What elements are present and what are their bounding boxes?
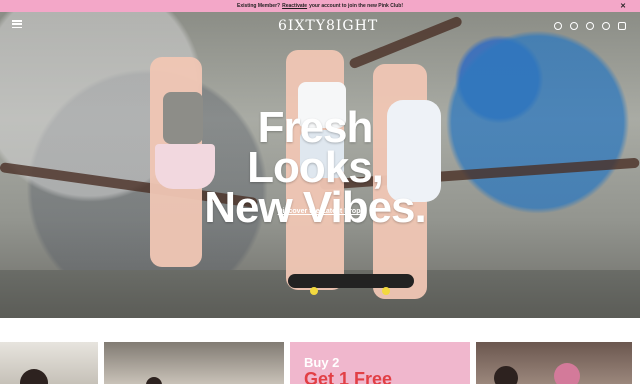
announcement-prefix: Existing Member?: [237, 3, 281, 9]
skateboard-wheel: [382, 287, 390, 295]
promo-card-3-line-2: Get 1 Free: [304, 369, 393, 384]
hero-banner: Fresh Looks, New Vibes. Discover the Lat…: [0, 12, 640, 318]
search-icon[interactable]: [570, 22, 578, 30]
promo-cards-row: Buy 2 Get 1 Free: [0, 342, 640, 384]
user-icon[interactable]: [586, 22, 594, 30]
announcement-suffix: your account to join the new Pink Club!: [309, 3, 403, 9]
model-head: [20, 369, 48, 384]
model-head: [554, 363, 580, 384]
bag-icon[interactable]: [618, 22, 626, 30]
hero-cta-link[interactable]: Discover the Latest Drops: [276, 208, 366, 215]
brand-logo[interactable]: 6IXTY8IGHT: [278, 18, 378, 34]
model-head: [494, 366, 518, 384]
hero-title-line-1: Fresh Looks,: [247, 103, 384, 192]
close-icon[interactable]: ✕: [620, 2, 626, 10]
announcement-link[interactable]: Reactivate: [282, 3, 307, 9]
promo-card-1[interactable]: [0, 342, 98, 384]
site-header: 6IXTY8IGHT: [0, 12, 640, 40]
skateboard-wheel: [310, 287, 318, 295]
promo-card-2[interactable]: [104, 342, 284, 384]
globe-icon[interactable]: [554, 22, 562, 30]
model-head: [146, 377, 162, 384]
promo-card-4[interactable]: [476, 342, 632, 384]
skateboard: [288, 274, 414, 288]
promo-card-3-line-1: Buy 2: [304, 355, 340, 370]
promo-card-3[interactable]: Buy 2 Get 1 Free: [290, 342, 470, 384]
header-icons: [554, 22, 626, 30]
menu-icon[interactable]: [12, 20, 22, 28]
announcement-bar: Existing Member? Reactivate your account…: [0, 0, 640, 12]
heart-icon[interactable]: [602, 22, 610, 30]
section-spacer: [0, 318, 640, 342]
